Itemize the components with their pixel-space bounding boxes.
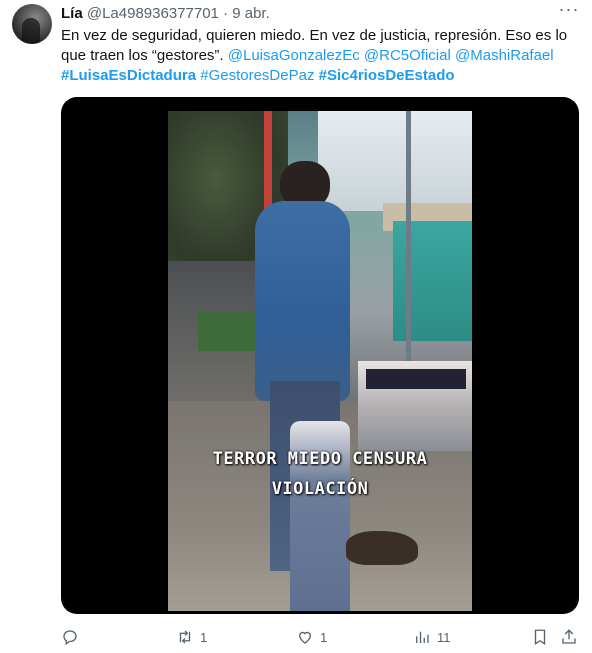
- mention-link[interactable]: @RC5Oficial: [364, 47, 451, 64]
- video-caption-line2: VIOLACIÓN: [271, 479, 369, 499]
- video-caption-line1: TERROR MIEDO CENSURA: [212, 449, 428, 469]
- avatar[interactable]: [12, 4, 52, 44]
- video-dog: [346, 531, 418, 565]
- reply-icon: [63, 630, 77, 646]
- video-house: [393, 221, 472, 341]
- bookmark-button[interactable]: [531, 626, 549, 648]
- video-banner: [366, 369, 466, 389]
- tweet-header: Lía @La498936377701 · 9 abr.: [61, 5, 270, 23]
- tweet: Lía @La498936377701 · 9 abr. ··· En vez …: [0, 0, 592, 653]
- heart-icon: [299, 631, 311, 644]
- mention-link[interactable]: @LuisaGonzalezEc: [228, 47, 360, 64]
- author-name[interactable]: Lía: [61, 5, 83, 22]
- tweet-text: En vez de seguridad, quieren miedo. En v…: [61, 26, 576, 86]
- retweet-count: 1: [200, 629, 208, 645]
- views-button[interactable]: 11: [413, 626, 451, 648]
- like-count: 1: [320, 629, 328, 645]
- tweet-date[interactable]: 9 abr.: [232, 5, 270, 22]
- hashtag-link[interactable]: #Sic4riosDeEstado: [319, 67, 455, 84]
- like-button[interactable]: 1: [296, 626, 327, 648]
- action-bar: 1 1 11: [61, 626, 581, 648]
- video-player[interactable]: TERROR MIEDO CENSURA VIOLACIÓN: [61, 97, 579, 614]
- bookmark-icon: [534, 629, 546, 646]
- more-options-button[interactable]: ···: [556, 0, 582, 22]
- hashtag-link[interactable]: #GestoresDePaz: [200, 67, 314, 84]
- mention-link[interactable]: @MashiRafael: [455, 47, 554, 64]
- views-chart-icon: [416, 631, 429, 643]
- video-frame: TERROR MIEDO CENSURA VIOLACIÓN: [168, 111, 472, 611]
- reply-button[interactable]: [61, 626, 85, 648]
- author-handle[interactable]: @La498936377701: [87, 5, 219, 22]
- hashtag-link[interactable]: #LuisaEsDictadura: [61, 67, 196, 84]
- retweet-icon: [179, 630, 191, 644]
- share-icon: [562, 629, 576, 644]
- video-person-torso: [255, 201, 350, 401]
- share-button[interactable]: [560, 626, 578, 648]
- separator: ·: [223, 5, 229, 22]
- retweet-button[interactable]: 1: [176, 626, 207, 648]
- views-count: 11: [437, 629, 451, 645]
- video-person: [240, 161, 355, 611]
